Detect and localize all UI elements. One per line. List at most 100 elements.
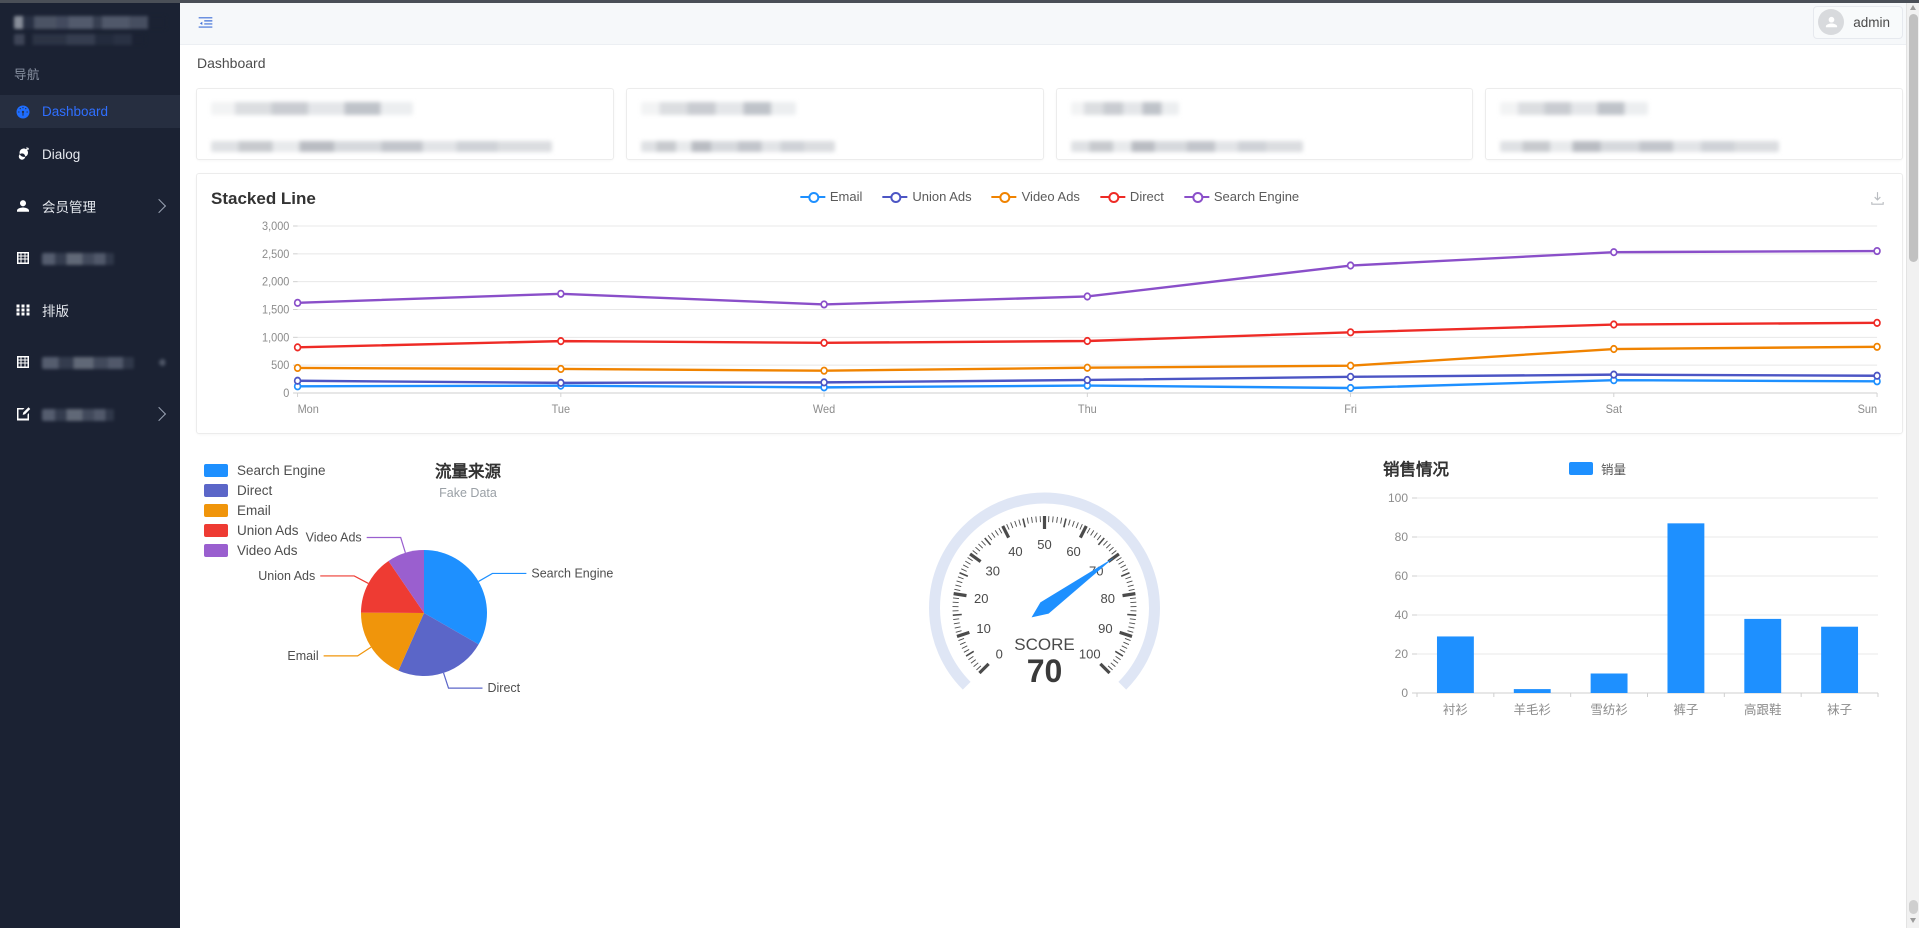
gauge-tick [956,630,970,638]
gauge-tick [953,592,967,598]
brand-logo[interactable] [0,0,180,56]
gauge-tick [1103,540,1108,546]
gauge-tick [961,568,967,572]
stacked-line-plot[interactable]: 0 500 1,000 1,500 2,000 2,500 3,000 Mon Tue Wed Th… [211,218,1888,423]
gauge-tick [1118,560,1124,565]
legend-label: Union Ads [912,189,972,204]
download-icon[interactable] [1869,190,1886,212]
legend-marker-icon [991,191,1017,203]
gauge-tick [1035,516,1037,523]
pie-chart-svg[interactable]: Search Engine Direct Email Union Ads Video A… [196,448,716,738]
legend-item-direct[interactable]: Direct [1099,189,1164,204]
pie-slice-label: Search Engine [531,566,613,580]
data-point [820,378,828,387]
gauge-tick [1123,641,1130,645]
gauge-tick [1108,546,1114,552]
gauge-tick [956,580,963,584]
gauge-tick [994,530,999,536]
legend-label: Direct [1129,189,1164,204]
stacked-line-header: Stacked Line Email Union Ads Video Ads Dire… [211,186,1888,212]
sidebar-item-badge-redacted [159,358,166,366]
stat-card[interactable] [1485,88,1903,160]
gauge-tick [1119,649,1126,653]
window-top-edge [0,0,1919,3]
gauge-tick [1093,532,1098,538]
sidebar-item-dialog[interactable]: Dialog [0,138,180,170]
sidebar-item-redacted-3[interactable] [0,398,180,430]
y-axis-tick: 0 [283,388,289,401]
data-point [557,378,565,387]
gauge-tick [1107,665,1113,671]
gauge-tick-label: 60 [1066,544,1080,559]
sidebar-item-redacted-2[interactable] [0,346,180,378]
stat-card[interactable] [625,88,1044,160]
gauge-tick [1097,537,1105,546]
gauge-tick [954,588,961,592]
y-axis-tick: 40 [1395,608,1409,622]
vertical-scrollbar[interactable] [1906,0,1919,928]
y-axis-tick: 2,000 [262,276,289,289]
sidebar-item-member-management[interactable]: 会员管理 [0,190,180,222]
gauge-tick [1022,518,1026,528]
scrollbar-thumb-secondary[interactable] [1909,900,1918,914]
scroll-up-arrow-icon[interactable] [1910,5,1916,10]
gauge-chart-svg[interactable]: 0102030405060708090100SCORE70 [716,448,1373,738]
gauge-tick [962,564,969,569]
gauge-tick [1001,525,1011,539]
gauge-tick [1099,662,1111,675]
sidebar-item-label: 会员管理 [42,200,96,215]
gauge-tick-label: 90 [1098,621,1112,636]
stat-card-label-redacted [211,141,553,152]
main-region: admin Dashboard Stacked Line Email Union… [180,0,1919,928]
top-bar: admin [180,0,1919,45]
scroll-down-arrow-icon[interactable] [1910,918,1916,923]
sidebar-item-redacted-1[interactable] [0,242,180,274]
gauge-tick [1086,527,1091,534]
gauge-tick [984,537,992,546]
scrollbar-thumb[interactable] [1909,14,1918,262]
data-point [1346,261,1355,270]
y-axis-tick: 100 [1388,491,1408,505]
legend-item-email[interactable]: Email [799,189,862,204]
stat-card[interactable] [1055,88,1474,160]
gauge-tick [1127,584,1134,588]
gauge-tick [961,645,968,649]
gauge-tick [1071,520,1075,527]
menu-fold-icon[interactable] [197,12,217,32]
grid-dots-icon [14,302,31,319]
stacked-line-panel: Stacked Line Email Union Ads Video Ads Dire… [196,173,1903,434]
y-axis-tick: 60 [1395,569,1409,583]
stat-card[interactable] [196,88,614,160]
page-title: Dashboard [197,54,266,71]
line-chart-legend: Email Union Ads Video Ads Direct Search Engi… [799,189,1299,204]
legend-item-union-ads[interactable]: Union Ads [882,189,972,204]
gauge-tick [976,665,982,671]
data-point [557,289,565,298]
gauge-tick [959,572,969,577]
gauge-tick-label: 10 [976,621,990,636]
data-point [1083,375,1092,385]
gauge-tick [953,597,960,600]
gauge-tick [1129,597,1136,600]
gauge-tick [998,527,1003,534]
gauge-tick-label: 20 [974,591,988,606]
gauge-tick-label: 0 [996,646,1003,661]
gauge-label: SCORE [1014,635,1074,654]
pie-slice-label: Email [287,649,318,663]
gauge-tick [991,532,996,538]
gauge-tick [963,649,970,653]
user-menu[interactable]: admin [1813,5,1903,39]
data-point [1346,361,1355,370]
gauge-tick [1124,637,1131,641]
sidebar-item-dashboard[interactable]: Dashboard [0,95,180,128]
stacked-line-title: Stacked Line [211,189,316,208]
dashboard-gauge-icon [14,103,31,120]
sidebar-item-typography[interactable]: 排版 [0,294,180,326]
legend-item-video-ads[interactable]: Video Ads [991,189,1080,204]
gauge-tick [959,641,966,645]
x-axis-tick: Sun [1858,404,1877,417]
bar-chart-svg[interactable]: 0 20 40 60 80 100 衬衫 羊毛衫 雪纺衫 裤子 高跟鞋 袜子 [1373,448,1903,738]
y-axis-tick: 2,500 [262,248,289,261]
legend-item-search-engine[interactable]: Search Engine [1183,189,1299,204]
bomb-icon [14,146,31,163]
